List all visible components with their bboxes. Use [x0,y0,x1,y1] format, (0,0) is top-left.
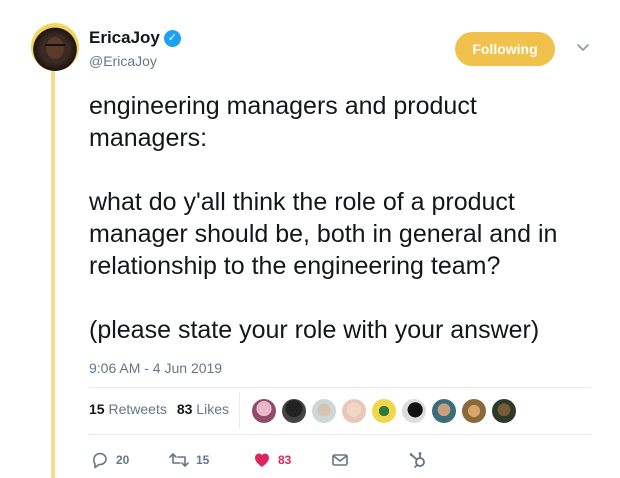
tweet-paragraph: (please state your role with your answer… [89,316,540,344]
reply-icon [93,452,107,469]
tweet-paragraph: what do y'all think the role of a produc… [89,188,558,280]
verified-badge-icon: ✓ [163,29,181,47]
liker-avatar[interactable] [491,398,517,424]
retweets-stat-count: 15 [89,401,105,417]
like-count: 83 [278,453,292,467]
liker-avatar[interactable] [461,398,487,424]
tweet-stats: 15 Retweets 83 Likes [89,401,229,417]
avatar[interactable] [31,23,79,71]
divider [89,434,591,435]
tweet-text: engineering managers and product manager… [89,90,599,378]
direct-message-action[interactable] [330,450,350,470]
stats-separator [239,392,240,428]
envelope-icon [332,454,348,466]
liker-avatar[interactable] [311,398,337,424]
likes-stat-count: 83 [176,401,193,417]
author-name-row: EricaJoy ✓ [89,28,181,48]
retweet-count: 15 [196,453,210,467]
author-display-name[interactable]: EricaJoy [89,28,160,48]
hubspot-share-icon [409,452,425,469]
tweet-paragraph: engineering managers and product manager… [89,92,477,152]
liker-avatar[interactable] [431,398,457,424]
retweets-stat-label: Retweets [108,401,167,417]
heart-icon [255,453,269,467]
retweets-stat[interactable]: 15 Retweets [89,401,167,417]
liker-avatar[interactable] [251,398,277,424]
like-action[interactable]: 83 [252,450,291,470]
divider [89,387,591,388]
liker-avatar[interactable] [401,398,427,424]
avatar-glasses [45,44,65,51]
author-handle[interactable]: @EricaJoy [89,53,157,69]
liker-avatars [251,398,517,424]
retweet-action[interactable]: 15 [168,450,209,470]
liker-avatar[interactable] [281,398,307,424]
following-button[interactable]: Following [455,32,555,66]
liker-avatar[interactable] [341,398,367,424]
retweet-icon [169,453,189,467]
analytics-action[interactable] [408,450,428,470]
reply-action[interactable]: 20 [90,450,129,470]
reply-count: 20 [116,453,130,467]
thread-line [51,70,55,478]
tweet-timestamp[interactable]: 9:06 AM - 4 Jun 2019 [89,360,222,376]
likes-stat-label: Likes [196,401,229,417]
chevron-down-icon[interactable] [574,38,592,56]
likes-stat[interactable]: 83 Likes [177,401,229,417]
liker-avatar[interactable] [371,398,397,424]
